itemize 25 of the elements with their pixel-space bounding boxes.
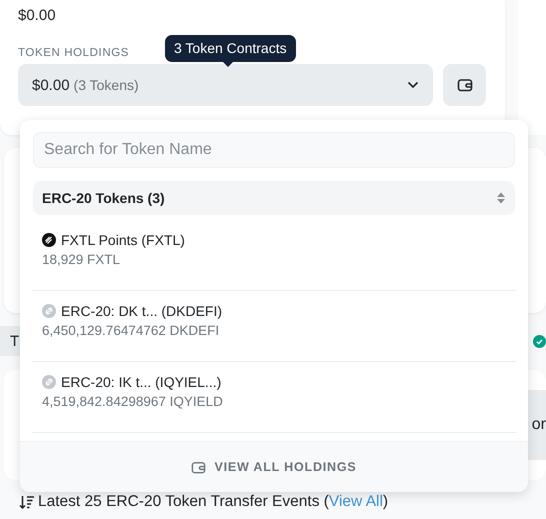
holdings-dropdown[interactable]: $0.00 (3 Tokens) (18, 64, 433, 106)
section-label: TOKEN HOLDINGS (18, 47, 130, 59)
token-balance: 18,929 FXTL (42, 251, 120, 269)
token-name[interactable]: ERC-20: DK t... (DKDEFI) (61, 301, 222, 321)
wallet-icon (191, 460, 206, 474)
tooltip: 3 Token Contracts (165, 35, 296, 62)
token-group-header[interactable]: ERC-20 Tokens (3) (33, 181, 515, 215)
balance-value: $0.00 (18, 7, 56, 24)
wallet-button[interactable] (443, 64, 486, 106)
token-logo-icon (42, 233, 56, 247)
search-field[interactable]: Search for Token Name (33, 132, 515, 168)
token-balance: 4,519,842.84298967 IQYIELD (42, 393, 223, 411)
tooltip-pointer (223, 62, 233, 67)
view-all-holdings-button[interactable]: VIEW ALL HOLDINGS (189, 458, 359, 476)
wallet-icon (456, 77, 472, 93)
check-icon (533, 334, 546, 348)
chevron-icon (407, 81, 419, 89)
sort-arrows-icon (496, 192, 506, 204)
transfers-text: Latest 25 ERC-20 Token Transfer Events (View All) (38, 493, 388, 511)
token-placeholder-icon (42, 304, 56, 318)
sort-icon (19, 494, 35, 510)
token-placeholder-icon (42, 375, 56, 389)
token-balance: 6,450,129.76474762 DKDEFI (42, 322, 220, 340)
token-name[interactable]: ERC-20: IK t... (IQYIEL...) (61, 372, 222, 392)
token-name[interactable]: FXTL Points (FXTL) (61, 230, 185, 250)
